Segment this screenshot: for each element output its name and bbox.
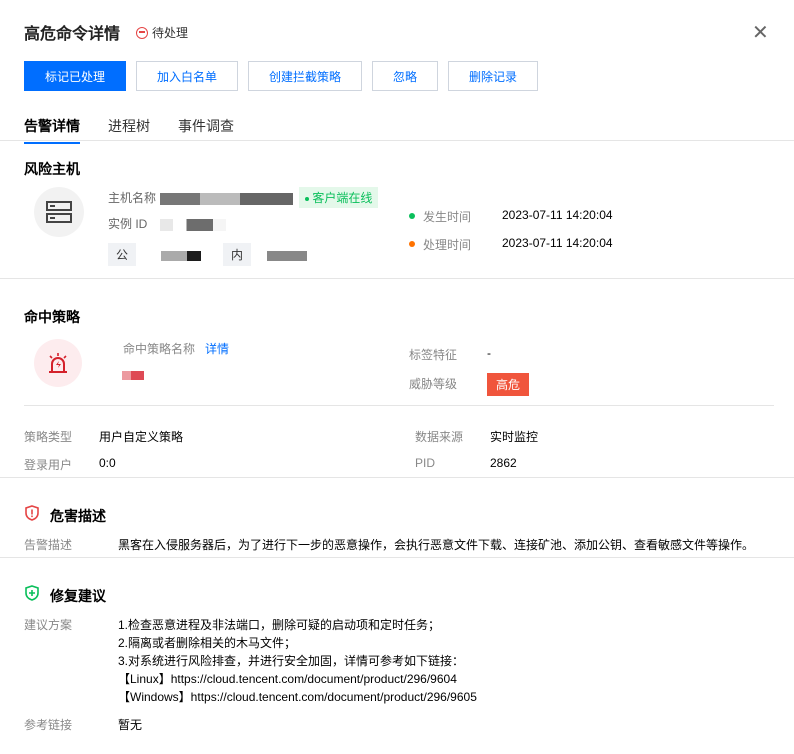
occur-time-value: 2023-07-11 14:20:04	[502, 208, 613, 222]
add-whitelist-button[interactable]: 加入白名单	[136, 61, 238, 91]
public-ip-tag: 公	[108, 243, 137, 266]
close-icon[interactable]: ✕	[752, 20, 769, 45]
server-icon	[34, 187, 84, 237]
policy-detail-link[interactable]: 详情	[205, 340, 229, 357]
ignore-button[interactable]: 忽略	[372, 61, 438, 91]
handle-time-value: 2023-07-11 14:20:04	[502, 236, 613, 250]
level-label: 威胁等级	[409, 377, 458, 391]
delete-record-button[interactable]: 删除记录	[448, 61, 538, 91]
occur-dot-icon	[409, 213, 415, 219]
client-online-badge: 客户端在线	[299, 187, 379, 208]
fix-line-windows-link[interactable]: 【Windows】https://cloud.tencent.com/docum…	[118, 688, 477, 706]
harm-label: 告警描述	[24, 538, 73, 552]
fix-label: 建议方案	[24, 618, 73, 632]
shield-plus-icon	[25, 585, 39, 601]
create-block-policy-button[interactable]: 创建拦截策略	[248, 61, 362, 91]
threat-level-badge: 高危	[487, 373, 530, 396]
fix-lines: 1.检查恶意进程及非法端口，删除可疑的启动项和定时任务； 2.隔离或者删除相关的…	[118, 616, 477, 706]
section-title: 危害描述	[50, 508, 106, 524]
alarm-icon	[34, 339, 82, 387]
policy-name-redacted	[122, 369, 144, 383]
shield-warning-icon	[25, 505, 39, 521]
public-ip-redacted	[161, 250, 201, 264]
section-title: 风险主机	[24, 161, 80, 177]
handle-time-label: 处理时间	[423, 238, 472, 252]
policy-type-label: 策略类型	[24, 430, 73, 444]
section-title: 命中策略	[24, 309, 80, 325]
tag-value: -	[487, 346, 491, 360]
online-text: 客户端在线	[312, 191, 373, 205]
pending-icon	[136, 26, 148, 39]
pid-label: PID	[415, 456, 436, 470]
pid-value: 2862	[490, 456, 517, 470]
occur-time-label: 发生时间	[423, 210, 472, 224]
harm-text: 黑客在入侵服务器后，为了进行下一步的恶意操作，会执行恶意文件下载、连接矿池、添加…	[118, 538, 755, 552]
divider	[0, 557, 794, 558]
login-user-label: 登录用户	[24, 458, 73, 472]
fix-line: 1.检查恶意进程及非法端口，删除可疑的启动项和定时任务；	[118, 618, 441, 632]
private-ip-redacted	[267, 250, 307, 264]
ref-label: 参考链接	[24, 718, 73, 732]
source-value: 实时监控	[490, 430, 539, 444]
status-text: 待处理	[152, 26, 189, 40]
fix-line-linux-link[interactable]: 【Linux】https://cloud.tencent.com/documen…	[118, 670, 477, 688]
policy-type-value: 用户自定义策略	[99, 430, 184, 444]
handle-dot-icon	[409, 241, 415, 247]
host-name-label: 主机名称	[108, 191, 157, 205]
divider	[0, 278, 794, 279]
fix-line: 3.对系统进行风险排查，并进行安全加固，详情可参考如下链接：	[118, 654, 465, 668]
login-user-value: 0:0	[99, 456, 116, 470]
source-label: 数据来源	[415, 430, 464, 444]
status-badge: 待处理	[136, 24, 188, 41]
section-title: 修复建议	[50, 588, 106, 604]
host-name-redacted	[160, 193, 293, 208]
tag-label: 标签特征	[409, 348, 458, 362]
divider	[24, 405, 774, 406]
fix-line: 2.隔离或者删除相关的木马文件；	[118, 636, 297, 650]
instance-id-label: 实例 ID	[108, 217, 148, 231]
policy-name-label: 命中策略名称	[123, 342, 196, 356]
page-title: 高危命令详情	[24, 26, 121, 43]
ref-value: 暂无	[118, 718, 143, 732]
divider	[0, 477, 794, 478]
mark-handled-button[interactable]: 标记已处理	[24, 61, 126, 91]
private-ip-tag: 内	[223, 243, 252, 266]
divider	[0, 140, 794, 141]
instance-id-redacted	[160, 219, 226, 234]
